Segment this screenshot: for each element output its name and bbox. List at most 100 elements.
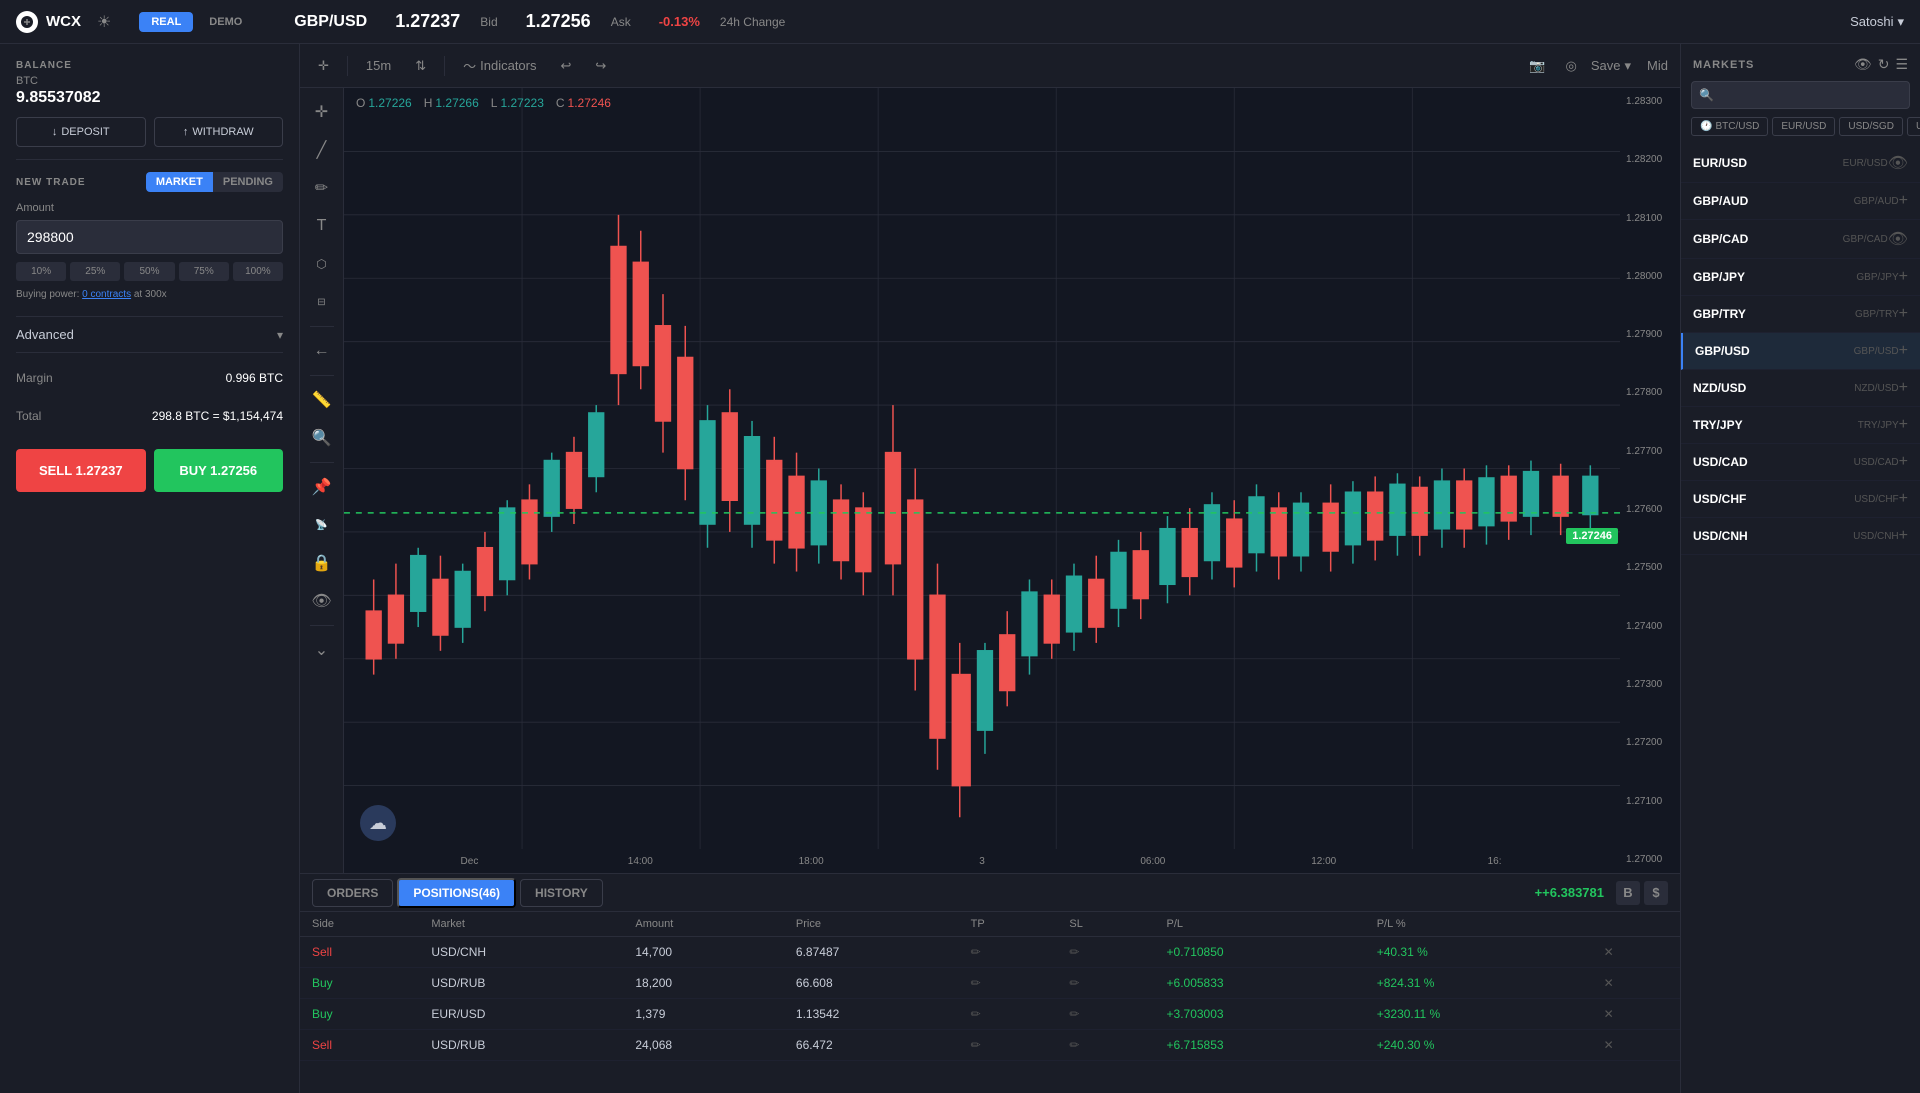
eye-icon[interactable]: 👁 [1854,56,1872,73]
cell-sl[interactable]: ✏ [1057,968,1154,999]
undo-button[interactable]: ↩ [555,54,578,78]
quick-tab-usdsgd[interactable]: USD/SGD [1839,117,1903,136]
total-row: Total 298.8 BTC = $1,154,474 [16,403,283,429]
refresh-icon[interactable]: ↻ [1878,56,1890,73]
menu-icon[interactable]: ☰ [1895,56,1908,73]
chart-main[interactable]: O 1.27226 H 1.27266 L 1.27223 C 1.27246 [344,88,1680,873]
cell-sl[interactable]: ✏ [1057,1030,1154,1061]
crosshair-tool-button[interactable]: ✛ [312,54,335,78]
market-action-icon[interactable]: + [1899,268,1908,286]
quick-tab-more[interactable]: U [1907,117,1920,136]
market-action-icon[interactable]: + [1899,379,1908,397]
market-sub: EUR/USD [1843,158,1888,169]
pct-75-button[interactable]: 75% [179,262,229,281]
cell-sl[interactable]: ✏ [1057,999,1154,1030]
market-list-item[interactable]: GBP/USD GBP/USD + [1681,333,1920,370]
demo-mode-button[interactable]: DEMO [197,12,254,32]
cell-pl-pct: +240.30 % [1365,1030,1592,1061]
deposit-button[interactable]: ↓ DEPOSIT [16,117,146,147]
pending-button[interactable]: PENDING [213,172,283,192]
price-level: 1.27200 [1626,737,1674,748]
market-action-icon[interactable]: 👁 [1888,153,1908,173]
market-list-item[interactable]: USD/CHF USD/CHF + [1681,481,1920,518]
ellipse-tool-button[interactable]: ⬡ [306,248,338,280]
tool-sep-3 [310,462,334,463]
trade-type-toggle: MARKET PENDING [146,172,283,192]
cloud-button[interactable]: ☁ [360,805,396,841]
market-sub: USD/CHF [1854,494,1898,505]
timeframe-button[interactable]: 15m [360,54,397,77]
market-action-icon[interactable]: + [1899,527,1908,545]
market-action-icon[interactable]: + [1899,453,1908,471]
market-list-item[interactable]: GBP/AUD GBP/AUD + [1681,183,1920,220]
cell-side: Sell [300,937,419,968]
market-action-icon[interactable]: + [1899,192,1908,210]
pen-tool-button[interactable]: ✏ [306,172,338,204]
market-list-item[interactable]: NZD/USD NZD/USD + [1681,370,1920,407]
market-list-item[interactable]: USD/CAD USD/CAD + [1681,444,1920,481]
zoom-tool-button[interactable]: 🔍 [306,422,338,454]
expand-button[interactable]: ⌄ [306,634,338,666]
tab-orders[interactable]: ORDERS [312,879,393,907]
redo-button[interactable]: ↪ [589,54,612,78]
pct-10-button[interactable]: 10% [16,262,66,281]
markets-search-input[interactable] [1691,81,1910,109]
cell-tp[interactable]: ✏ [959,999,1058,1030]
market-list-item[interactable]: EUR/USD EUR/USD 👁 [1681,144,1920,183]
buying-power-link[interactable]: 0 contracts [82,289,131,300]
real-mode-button[interactable]: REAL [139,12,193,32]
eye-tool-button[interactable]: 👁 [306,585,338,617]
new-trade-header: NEW TRADE MARKET PENDING [16,172,283,192]
save-button[interactable]: Save ▾ [1591,58,1631,74]
text-tool-button[interactable]: T [306,210,338,242]
pct-25-button[interactable]: 25% [70,262,120,281]
cursor-tool-button[interactable]: ✛ [306,96,338,128]
withdraw-button[interactable]: ↑ WITHDRAW [154,117,284,147]
market-action-icon[interactable]: + [1899,342,1908,360]
cell-tp[interactable]: ✏ [959,968,1058,999]
sell-button[interactable]: SELL 1.27237 [16,449,146,492]
cell-tp[interactable]: ✏ [959,1030,1058,1061]
pct-50-button[interactable]: 50% [124,262,174,281]
arrow-tool-button[interactable]: ← [306,335,338,367]
close-position-button[interactable]: ✕ [1592,999,1680,1030]
pin-tool-button[interactable]: 📌 [306,471,338,503]
parallel-channel-button[interactable]: ⊟ [306,286,338,318]
user-menu[interactable]: Satoshi ▾ [1850,14,1904,30]
buy-button[interactable]: BUY 1.27256 [154,449,284,492]
market-list-item[interactable]: USD/CNH USD/CNH + [1681,518,1920,555]
market-list-item[interactable]: GBP/JPY GBP/JPY + [1681,259,1920,296]
lock-tool-button[interactable]: 🔒 [306,547,338,579]
market-list-item[interactable]: GBP/TRY GBP/TRY + [1681,296,1920,333]
usd-pnl-button[interactable]: $ [1644,881,1668,905]
close-position-button[interactable]: ✕ [1592,1030,1680,1061]
btc-pnl-button[interactable]: B [1616,881,1640,905]
mode-toggle: REAL DEMO [139,12,254,32]
quick-tab-btcusd[interactable]: 🕐 BTC/USD [1691,117,1768,136]
market-action-icon[interactable]: + [1899,490,1908,508]
line-tool-button[interactable]: ╱ [306,134,338,166]
market-action-icon[interactable]: + [1899,416,1908,434]
market-button[interactable]: MARKET [146,172,213,192]
signal-tool-button[interactable]: 📡 [306,509,338,541]
theme-icon[interactable]: ☀ [97,12,111,32]
screenshot-button[interactable]: 📷 [1523,54,1551,78]
market-action-icon[interactable]: + [1899,305,1908,323]
ruler-tool-button[interactable]: 📏 [306,384,338,416]
advanced-row[interactable]: Advanced ▾ [16,316,283,353]
tab-positions[interactable]: POSITIONS(46) [397,878,516,908]
pct-100-button[interactable]: 100% [233,262,283,281]
cell-sl[interactable]: ✏ [1057,937,1154,968]
market-list-item[interactable]: TRY/JPY TRY/JPY + [1681,407,1920,444]
chart-settings-button[interactable]: ◎ [1560,54,1583,78]
close-position-button[interactable]: ✕ [1592,937,1680,968]
amount-input[interactable] [16,220,283,254]
quick-tab-eurusd[interactable]: EUR/USD [1772,117,1835,136]
close-position-button[interactable]: ✕ [1592,968,1680,999]
tab-history[interactable]: HISTORY [520,879,603,907]
market-action-icon[interactable]: 👁 [1888,229,1908,249]
indicators-button[interactable]: 〜 Indicators [457,52,542,79]
cell-tp[interactable]: ✏ [959,937,1058,968]
market-list-item[interactable]: GBP/CAD GBP/CAD 👁 [1681,220,1920,259]
chart-type-button[interactable]: ⇅ [409,54,432,78]
